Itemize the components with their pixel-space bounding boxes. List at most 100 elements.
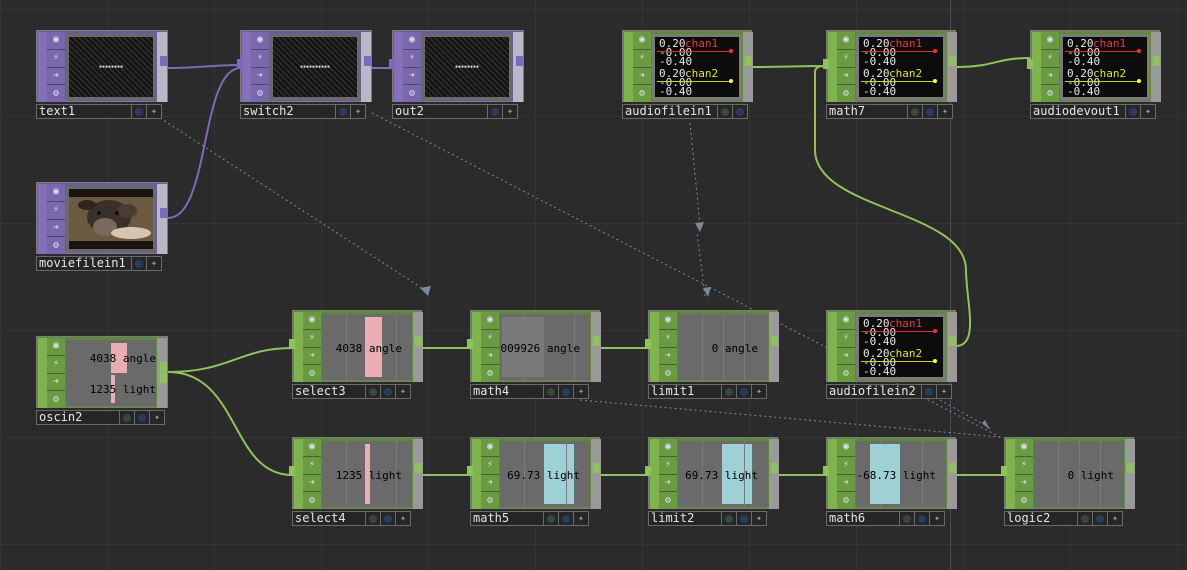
node-body[interactable]: ◉ ⚡ ➔ ⚙ ▪▪▪▪▪▪▪▪: [389, 30, 524, 102]
output-connector[interactable]: [415, 336, 422, 346]
bypass-icon[interactable]: ◉: [47, 184, 65, 202]
node-out2[interactable]: ◉ ⚡ ➔ ⚙ ▪▪▪▪▪▪▪▪ out2 ✦: [389, 30, 524, 120]
output-connector[interactable]: [1127, 463, 1134, 473]
input-connector[interactable]: [1001, 466, 1007, 476]
bypass-icon[interactable]: ◉: [1015, 439, 1033, 457]
node-label[interactable]: math4: [470, 384, 544, 399]
output-connector[interactable]: [593, 463, 600, 473]
pin-button[interactable]: ✦: [147, 104, 162, 119]
bypass-icon[interactable]: ◉: [303, 312, 321, 330]
bypass-icon[interactable]: ◉: [47, 338, 65, 356]
cook-toggle-button[interactable]: [120, 410, 135, 425]
node-label[interactable]: audiofilein1: [622, 104, 718, 119]
bypass-icon[interactable]: ◉: [303, 439, 321, 457]
bypass-icon[interactable]: ◉: [633, 32, 651, 50]
output-connector[interactable]: [771, 336, 778, 346]
node-body[interactable]: ◉ ⚡ ➔ ⚙ 4038 angle 1235 light: [36, 336, 168, 408]
out-preview[interactable]: ▪▪▪▪▪▪▪▪: [422, 34, 512, 100]
viewer-icon[interactable]: ⚙: [481, 365, 499, 382]
viewer-icon[interactable]: ⚙: [633, 85, 651, 102]
display-icon[interactable]: ➔: [659, 348, 677, 366]
pin-button[interactable]: ✦: [396, 384, 411, 399]
cook-toggle-button[interactable]: [722, 511, 737, 526]
node-math4[interactable]: ◉ ⚡ ➔ ⚙ 009926 angle math4 ✦: [467, 310, 601, 400]
output-connector[interactable]: [745, 56, 752, 66]
viewer-toggle-button[interactable]: [488, 104, 503, 119]
display-icon[interactable]: ➔: [481, 475, 499, 493]
output-connector[interactable]: [949, 56, 956, 66]
pin-button[interactable]: ✦: [150, 410, 165, 425]
input-connector[interactable]: [289, 339, 295, 349]
viewer-toggle-button[interactable]: [559, 511, 574, 526]
display-icon[interactable]: ➔: [47, 374, 65, 392]
display-icon[interactable]: ➔: [633, 68, 651, 86]
node-body[interactable]: ◉ ⚡ ➔ ⚙ 0 angle: [645, 310, 779, 382]
switch-preview[interactable]: ▪▪▪▪▪▪▪▪▪▪: [270, 34, 360, 100]
node-logic2[interactable]: ◉ ⚡ ➔ ⚙ 0 light logic2 ✦: [1001, 437, 1135, 527]
lock-icon[interactable]: ⚡: [1041, 50, 1059, 68]
output-connector[interactable]: [1153, 56, 1160, 66]
lock-icon[interactable]: ⚡: [303, 330, 321, 348]
display-icon[interactable]: ➔: [47, 68, 65, 86]
pin-button[interactable]: ✦: [938, 104, 953, 119]
viewer-icon[interactable]: ⚙: [481, 492, 499, 509]
node-limit2[interactable]: ◉ ⚡ ➔ ⚙ 69.73 light limit2 ✦: [645, 437, 779, 527]
channel-preview[interactable]: 4038 angle: [322, 314, 412, 380]
lock-icon[interactable]: ⚡: [47, 50, 65, 68]
viewer-toggle-button[interactable]: [135, 410, 150, 425]
node-oscin2[interactable]: ◉ ⚡ ➔ ⚙ 4038 angle 1235 light oscin2 ✦: [36, 336, 168, 426]
cook-toggle-button[interactable]: [900, 511, 915, 526]
input-connector[interactable]: [237, 59, 243, 69]
text-preview[interactable]: ▪▪▪▪▪▪▪▪: [66, 34, 156, 100]
node-label[interactable]: math5: [470, 511, 544, 526]
pin-button[interactable]: ✦: [1141, 104, 1156, 119]
node-math5[interactable]: ◉ ⚡ ➔ ⚙ 69.73 light math5 ✦: [467, 437, 601, 527]
node-audiodevout1[interactable]: ◉ ⚡ ➔ ⚙ 0.20 -0.00 -0.40 chan1 0.20 -0.0…: [1027, 30, 1161, 120]
bypass-icon[interactable]: ◉: [837, 439, 855, 457]
pin-button[interactable]: ✦: [147, 256, 162, 271]
node-label[interactable]: select4: [292, 511, 366, 526]
lock-icon[interactable]: ⚡: [47, 356, 65, 374]
output-connector[interactable]: [364, 56, 371, 66]
node-label[interactable]: math7: [826, 104, 908, 119]
lock-icon[interactable]: ⚡: [1015, 457, 1033, 475]
output-connector[interactable]: [771, 463, 778, 473]
node-body[interactable]: ◉ ⚡ ➔ ⚙ 009926 angle: [467, 310, 601, 382]
cook-toggle-button[interactable]: [722, 384, 737, 399]
input-connector[interactable]: [1027, 59, 1033, 69]
movie-preview[interactable]: [66, 186, 156, 252]
cook-toggle-button[interactable]: [544, 384, 559, 399]
viewer-toggle-button[interactable]: [733, 104, 748, 119]
channel-preview[interactable]: 0 light: [1034, 441, 1124, 507]
bypass-icon[interactable]: ◉: [1041, 32, 1059, 50]
audio-preview[interactable]: 0.20 -0.00 -0.40 chan1 0.20 -0.00 -0.40 …: [856, 314, 946, 380]
viewer-icon[interactable]: ⚙: [303, 365, 321, 382]
bypass-icon[interactable]: ◉: [837, 32, 855, 50]
viewer-toggle-button[interactable]: [923, 104, 938, 119]
lock-icon[interactable]: ⚡: [837, 330, 855, 348]
viewer-icon[interactable]: ⚙: [47, 391, 65, 408]
lock-icon[interactable]: ⚡: [303, 457, 321, 475]
bypass-icon[interactable]: ◉: [403, 32, 421, 50]
node-body[interactable]: ◉ ⚡ ➔ ⚙ 0.20 -0.00 -0.40 chan1 0.20 -0.0…: [1027, 30, 1161, 102]
node-label[interactable]: logic2: [1004, 511, 1078, 526]
display-icon[interactable]: ➔: [303, 348, 321, 366]
pin-button[interactable]: ✦: [503, 104, 518, 119]
node-text1[interactable]: ◉ ⚡ ➔ ⚙ ▪▪▪▪▪▪▪▪ text1 ✦: [36, 30, 168, 120]
display-icon[interactable]: ➔: [837, 68, 855, 86]
display-icon[interactable]: ➔: [403, 68, 421, 86]
channel-preview[interactable]: 4038 angle 1235 light: [66, 340, 156, 406]
cook-toggle-button[interactable]: [1078, 511, 1093, 526]
viewer-toggle-button[interactable]: [559, 384, 574, 399]
node-label[interactable]: audiofilein2: [826, 384, 922, 399]
lock-icon[interactable]: ⚡: [837, 457, 855, 475]
viewer-icon[interactable]: ⚙: [403, 85, 421, 102]
output-connector[interactable]: [516, 56, 523, 66]
audio-preview[interactable]: 0.20 -0.00 -0.40 chan1 0.20 -0.00 -0.40 …: [1060, 34, 1150, 100]
lock-icon[interactable]: ⚡: [47, 202, 65, 220]
cook-toggle-button[interactable]: [908, 104, 923, 119]
display-icon[interactable]: ➔: [303, 475, 321, 493]
output-connector-angle[interactable]: [160, 362, 167, 372]
viewer-icon[interactable]: ⚙: [837, 85, 855, 102]
lock-icon[interactable]: ⚡: [633, 50, 651, 68]
